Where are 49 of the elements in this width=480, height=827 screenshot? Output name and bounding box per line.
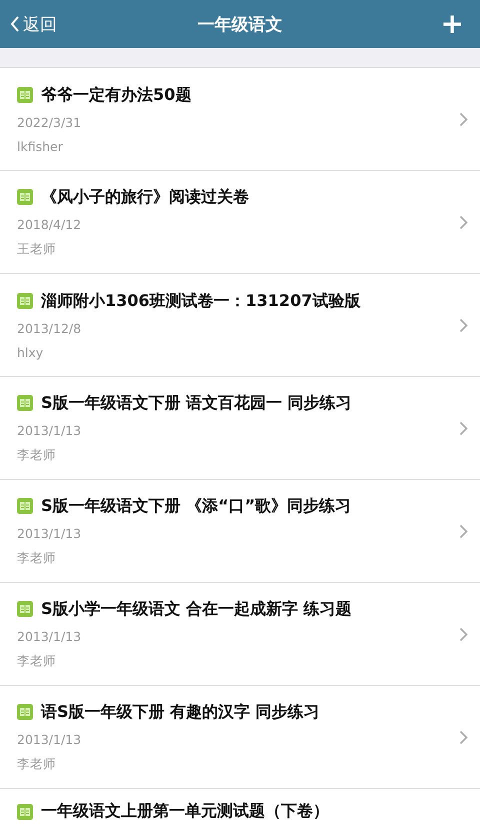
item-author: 李老师 — [17, 550, 57, 566]
document-icon — [17, 189, 33, 205]
document-icon — [17, 395, 33, 411]
item-author: 王老师 — [17, 240, 57, 258]
list-item[interactable]: 一年级语文上册第一单元测试题（下卷） — [0, 789, 480, 827]
chevron-right-icon — [459, 112, 468, 126]
item-title: S版一年级语文下册 语文百花园一 同步练习 — [41, 392, 352, 414]
item-date: 2013/1/13 — [17, 732, 82, 746]
add-button[interactable]: + — [436, 10, 468, 38]
list-item[interactable]: 语S版一年级下册 有趣的汉字 同步练习 2013/1/13 李老师 — [0, 686, 480, 789]
item-title: 爷爷一定有办法50题 — [41, 84, 192, 106]
item-author: lkfisher — [17, 138, 64, 154]
document-icon — [17, 87, 33, 103]
chevron-right-icon — [459, 420, 468, 436]
item-date: 2018/4/12 — [17, 216, 82, 232]
item-date: 2013/1/13 — [17, 526, 82, 540]
item-author: 李老师 — [17, 446, 57, 464]
list-item[interactable]: S版一年级语文下册 语文百花园一 同步练习 2013/1/13 李老师 — [0, 377, 480, 480]
item-title: 一年级语文上册第一单元测试题（下卷） — [41, 801, 329, 822]
item-title: S版一年级语文下册 《添“口”歌》同步练习 — [41, 496, 352, 516]
chevron-right-icon — [459, 524, 468, 538]
item-title: 《风小子的旅行》阅读过关卷 — [41, 186, 249, 208]
back-chevron-icon — [10, 15, 20, 33]
item-date: 2013/1/13 — [17, 422, 82, 438]
chevron-right-icon — [459, 318, 468, 332]
document-icon — [17, 704, 33, 720]
item-title: 语S版一年级下册 有趣的汉字 同步练习 — [41, 702, 320, 722]
item-author: 李老师 — [17, 756, 57, 772]
item-title: S版小学一年级语文 合在一起成新字 练习题 — [41, 598, 352, 620]
back-button[interactable]: 返回 — [10, 12, 57, 36]
document-icon — [17, 601, 33, 617]
list-item[interactable]: 《风小子的旅行》阅读过关卷 2018/4/12 王老师 — [0, 171, 480, 274]
item-author: hlxy — [17, 344, 44, 360]
chevron-right-icon — [459, 730, 468, 744]
document-icon — [17, 498, 33, 514]
list-item[interactable]: 爷爷一定有办法50题 2022/3/31 lkfisher — [0, 68, 480, 171]
document-icon — [17, 293, 33, 309]
item-title: 淄师附小1306班测试卷一：131207试验版 — [41, 290, 360, 312]
chevron-right-icon — [459, 626, 468, 642]
list-item[interactable]: S版一年级语文下册 《添“口”歌》同步练习 2013/1/13 李老师 — [0, 480, 480, 583]
item-date: 2013/12/8 — [17, 320, 82, 336]
item-date: 2022/3/31 — [17, 114, 82, 130]
list-item[interactable]: S版小学一年级语文 合在一起成新字 练习题 2013/1/13 李老师 — [0, 583, 480, 686]
chevron-right-icon — [459, 214, 468, 230]
list-item[interactable]: 淄师附小1306班测试卷一：131207试验版 2013/12/8 hlxy — [0, 274, 480, 377]
item-date: 2013/1/13 — [17, 628, 82, 644]
item-author: 李老师 — [17, 652, 57, 670]
document-icon — [17, 804, 33, 820]
page-title: 一年级语文 — [198, 14, 282, 34]
